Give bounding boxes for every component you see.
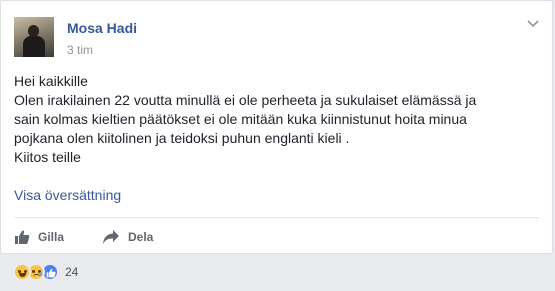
like-button[interactable]: Gilla: [14, 225, 64, 249]
haha-icon: [13, 263, 31, 281]
post-text-line: Olen irakilainen 22 voutta minullä ei ol…: [14, 92, 477, 108]
chevron-down-icon[interactable]: [525, 17, 541, 29]
share-arrow-icon: [103, 230, 119, 244]
post-text-line: pojkana olen kiitolinen ja teidoksi puhu…: [14, 130, 350, 146]
post-header: Mosa Hadi 3 tim: [14, 11, 544, 61]
post-card: Mosa Hadi 3 tim Hei kaikkille Olen iraki…: [0, 0, 553, 254]
thumbs-up-icon: [15, 230, 30, 244]
post-text-line: Hei kaikkille: [14, 73, 88, 89]
divider: [14, 217, 539, 218]
reaction-count[interactable]: 24: [65, 265, 78, 279]
share-label: Dela: [128, 230, 154, 244]
post-timestamp[interactable]: 3 tim: [67, 43, 93, 57]
post-actions: Gilla Dela: [14, 225, 534, 249]
post-text-line: Kiitos teille: [14, 149, 81, 165]
post-text-line: sain kolmas kieltien päätökset ei ole mi…: [14, 111, 467, 127]
translate-link[interactable]: Visa översättning: [14, 187, 121, 203]
avatar[interactable]: [14, 17, 54, 57]
like-label: Gilla: [38, 230, 65, 244]
author-name[interactable]: Mosa Hadi: [67, 20, 137, 36]
share-button[interactable]: Dela: [102, 225, 153, 249]
avatar-body: [23, 36, 45, 57]
reactions-bar[interactable]: 24: [13, 262, 78, 282]
post-text: Hei kaikkille Olen irakilainen 22 voutta…: [14, 72, 534, 167]
